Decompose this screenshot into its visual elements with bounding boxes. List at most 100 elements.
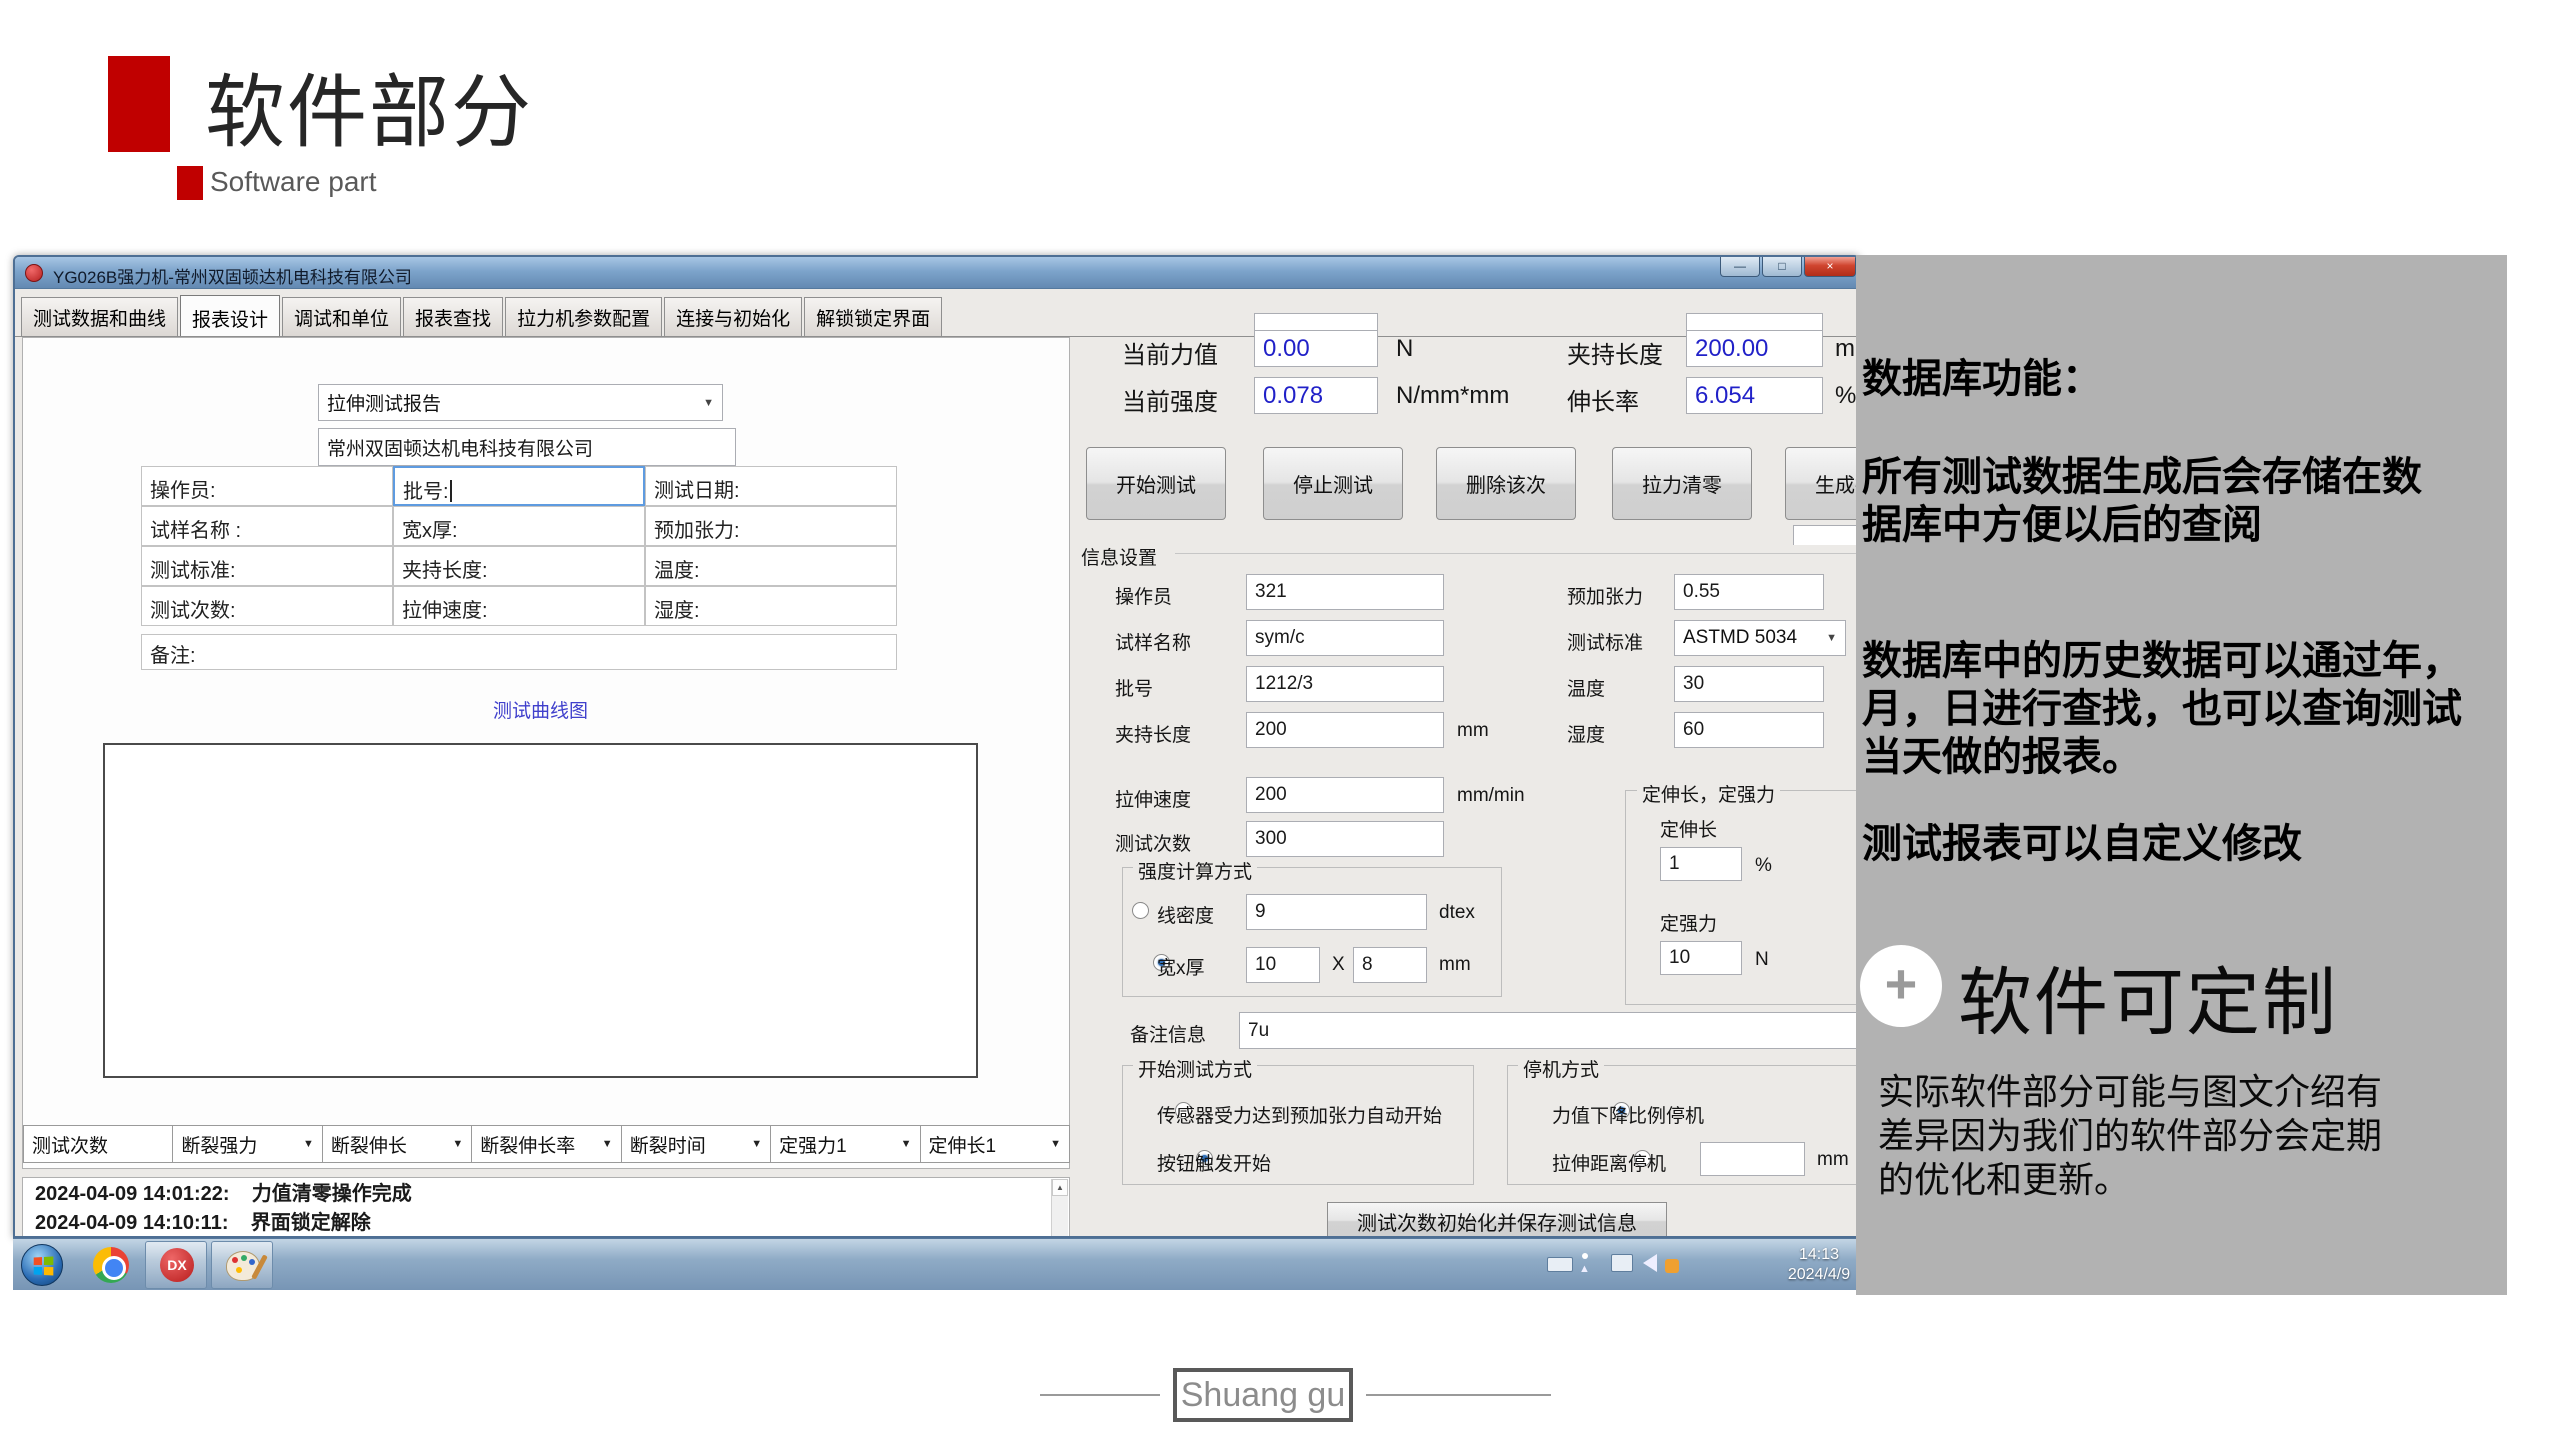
tab-report-search[interactable]: 报表查找	[403, 297, 503, 336]
report-type-dropdown[interactable]: 拉伸测试报告 ▼	[318, 384, 723, 421]
alert-icon[interactable]	[1665, 1259, 1679, 1273]
grid-cell-pretension[interactable]: 预加张力:	[645, 506, 897, 546]
result-col-fixed-elong[interactable]: 定伸长1▼	[920, 1125, 1070, 1163]
result-col-break-time[interactable]: 断裂时间▼	[621, 1125, 771, 1163]
start-test-button[interactable]: 开始测试	[1086, 447, 1226, 520]
linear-density-unit: dtex	[1439, 902, 1475, 924]
grid-cell-test-standard[interactable]: 测试标准:	[141, 546, 393, 586]
width-input[interactable]	[1246, 947, 1320, 983]
chrome-icon[interactable]	[93, 1247, 129, 1283]
result-columns-row: 测试次数 断裂强力▼ 断裂伸长▼ 断裂伸长率▼ 断裂时间▼ 定强力1▼ 定伸长1…	[23, 1125, 1069, 1163]
grid-cell-batch[interactable]: 批号:	[393, 466, 645, 506]
grid-cell-operator[interactable]: 操作员:	[141, 466, 393, 506]
taskbar-app-dx[interactable]: DX	[145, 1241, 207, 1289]
maximize-button[interactable]: □	[1762, 257, 1802, 277]
current-strength-value[interactable]	[1254, 377, 1378, 414]
grid-cell-test-date[interactable]: 测试日期:	[645, 466, 897, 506]
result-col-break-force[interactable]: 断裂强力▼	[172, 1125, 322, 1163]
test-count-input[interactable]	[1246, 821, 1444, 857]
humidity-input[interactable]	[1674, 712, 1824, 748]
network-icon[interactable]	[1611, 1254, 1633, 1272]
tab-debug-units[interactable]: 调试和单位	[282, 297, 401, 336]
fixed-elong-unit: %	[1755, 855, 1772, 877]
distance-stop-input[interactable]	[1700, 1142, 1805, 1176]
force-drop-stop-label: 力值下降比例停机	[1552, 1101, 1704, 1128]
footer-brand-box: Shuang gu	[1173, 1368, 1353, 1422]
batch-input[interactable]	[1246, 666, 1444, 702]
result-col-test-count[interactable]: 测试次数	[23, 1125, 173, 1163]
start-button[interactable]	[21, 1244, 63, 1286]
window-titlebar[interactable]: YG026B强力机-常州双固顿达机电科技有限公司 — □ ×	[15, 257, 1858, 289]
force-zero-button[interactable]: 拉力清零	[1612, 447, 1752, 520]
grid-cell-stretch-speed[interactable]: 拉伸速度:	[393, 586, 645, 626]
stop-test-button[interactable]: 停止测试	[1263, 447, 1403, 520]
paint-icon	[226, 1251, 260, 1281]
fixed-elong-input[interactable]	[1660, 847, 1742, 881]
remark-info-input[interactable]	[1239, 1012, 1859, 1049]
result-col-break-elong[interactable]: 断裂伸长▼	[322, 1125, 472, 1163]
tab-connect-init[interactable]: 连接与初始化	[664, 297, 802, 336]
test-standard-label: 测试标准	[1567, 628, 1643, 655]
result-col-break-elong-rate[interactable]: 断裂伸长率▼	[471, 1125, 621, 1163]
init-save-button[interactable]: 测试次数初始化并保存测试信息	[1327, 1202, 1667, 1238]
remark-cell[interactable]: 备注:	[141, 634, 897, 670]
taskbar-app-paint[interactable]	[211, 1241, 273, 1289]
page-subtitle: Software part	[210, 166, 377, 198]
tab-report-design[interactable]: 报表设计	[180, 295, 280, 337]
close-button[interactable]: ×	[1804, 257, 1856, 277]
taskbar-clock[interactable]: 14:13 2024/4/9	[1783, 1245, 1855, 1285]
distance-stop-label: 拉伸距离停机	[1552, 1149, 1666, 1176]
sensor-start-label: 传感器受力达到预加张力自动开始	[1157, 1101, 1442, 1128]
temperature-input[interactable]	[1674, 666, 1824, 702]
ime-keyboard-icon[interactable]	[1547, 1257, 1573, 1272]
sidebar-paragraph-1: 所有测试数据生成后会存储在数据库中方便以后的查阅	[1862, 453, 2442, 549]
tab-machine-params[interactable]: 拉力机参数配置	[505, 297, 662, 336]
pretension-label: 预加张力	[1567, 582, 1643, 609]
linear-density-radio[interactable]	[1132, 902, 1149, 919]
generate-report-button[interactable]: 生成报表	[1785, 447, 1860, 520]
humidity-label: 湿度	[1567, 720, 1605, 747]
minimize-button[interactable]: —	[1720, 257, 1760, 277]
log-line: 2024-04-09 14:01:22: 力值清零操作完成	[35, 1180, 412, 1209]
sample-name-label: 试样名称	[1115, 628, 1191, 655]
test-standard-dropdown[interactable]: ASTMD 5034 ▼	[1674, 620, 1846, 656]
button-start-label: 按钮触发开始	[1157, 1149, 1271, 1176]
result-col-fixed-force[interactable]: 定强力1▼	[770, 1125, 920, 1163]
grid-cell-temperature[interactable]: 温度:	[645, 546, 897, 586]
taskbar: DX ▲ 14:13 2024/4/9	[13, 1238, 1860, 1290]
grid-cell-test-count[interactable]: 测试次数:	[141, 586, 393, 626]
current-force-value[interactable]	[1254, 330, 1378, 367]
grid-cell-clamp-length[interactable]: 夹持长度:	[393, 546, 645, 586]
fixed-force-input[interactable]	[1660, 941, 1742, 975]
linear-density-label: 线密度	[1157, 901, 1214, 928]
linear-density-input[interactable]	[1246, 894, 1427, 930]
customizable-title: 软件可定制	[1958, 943, 2338, 1050]
thickness-input[interactable]	[1353, 947, 1427, 983]
clamp-length-label: 夹持长度	[1567, 335, 1663, 370]
elongation-rate-value[interactable]	[1686, 377, 1823, 414]
clamp-length-setting-input[interactable]	[1246, 712, 1444, 748]
tab-unlock-ui[interactable]: 解锁锁定界面	[804, 297, 942, 336]
tab-test-data-curve[interactable]: 测试数据和曲线	[21, 297, 178, 336]
clamp-length-setting-unit: mm	[1457, 720, 1489, 742]
grid-cell-humidity[interactable]: 湿度:	[645, 586, 897, 626]
scroll-up-icon[interactable]: ▲	[1052, 1179, 1068, 1196]
log-scrollbar[interactable]: ▲	[1051, 1179, 1068, 1236]
chevron-down-icon: ▼	[602, 1138, 613, 1150]
log-line: 2024-04-09 14:10:11: 界面锁定解除	[35, 1209, 412, 1238]
delete-run-button[interactable]: 删除该次	[1436, 447, 1576, 520]
plus-icon: +	[1860, 945, 1942, 1027]
window-title: YG026B强力机-常州双固顿达机电科技有限公司	[53, 263, 412, 288]
clamp-length-value[interactable]	[1686, 330, 1823, 367]
grid-cell-sample-name[interactable]: 试样名称 :	[141, 506, 393, 546]
grid-cell-width-thickness[interactable]: 宽x厚:	[393, 506, 645, 546]
stretch-speed-input[interactable]	[1246, 777, 1444, 813]
tray-expand-icon[interactable]: ▲	[1579, 1263, 1590, 1275]
pretension-input[interactable]	[1674, 574, 1824, 610]
test-standard-value: ASTMD 5034	[1683, 627, 1797, 649]
company-name-input[interactable]	[318, 428, 736, 466]
remark-info-label: 备注信息	[1130, 1020, 1206, 1047]
sample-name-input[interactable]	[1246, 620, 1444, 656]
speaker-icon[interactable]	[1643, 1254, 1657, 1272]
operator-input[interactable]	[1246, 574, 1444, 610]
